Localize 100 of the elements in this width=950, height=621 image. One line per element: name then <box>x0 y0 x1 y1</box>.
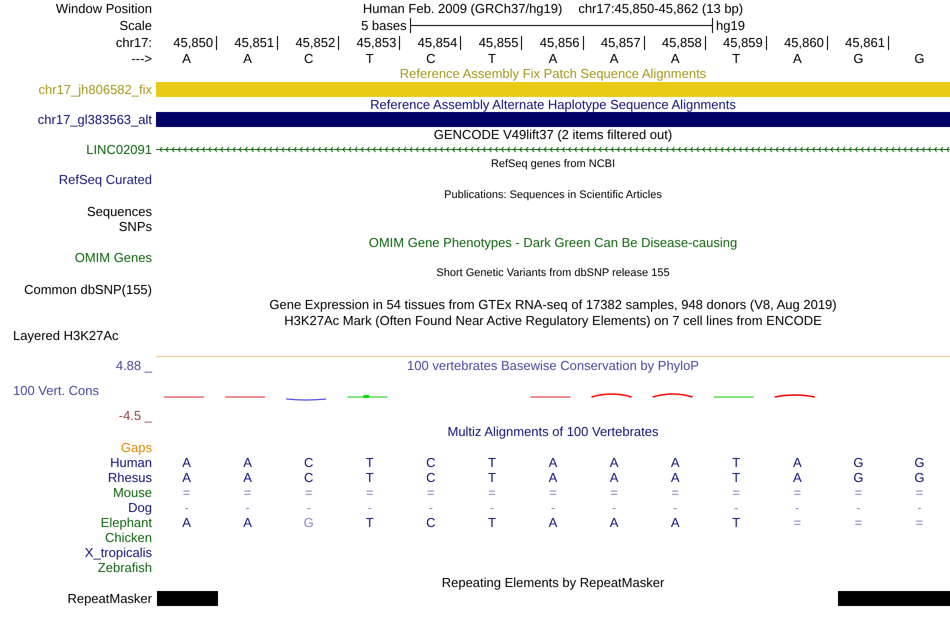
gene-feature[interactable] <box>156 146 950 152</box>
alignment-base: - <box>672 500 678 515</box>
alignment-base: A <box>670 514 680 530</box>
track-label[interactable]: chr17_gl383563_alt <box>38 112 152 127</box>
reference-base: T <box>488 51 496 66</box>
alignment-base: A <box>792 454 802 470</box>
track-title: Reference Assembly Alternate Haplotype Sequence Alignments <box>370 96 736 112</box>
reference-base: C <box>426 51 436 66</box>
track-label[interactable]: Scale <box>119 18 152 33</box>
alignment-base: = <box>794 484 802 500</box>
alignment-base: A <box>182 470 191 485</box>
scale-text: 5 bases <box>361 18 407 33</box>
alignment-base: - <box>245 500 250 515</box>
track-title: H3K27Ac Mark (Often Found Near Active Regulatory Elements) on 7 cell lines from ENCODE <box>284 312 822 328</box>
alignment-base: - <box>612 500 616 515</box>
alignment-base: G <box>853 454 864 470</box>
position-readout: chr17:45,850-45,862 (13 bp) <box>578 1 744 16</box>
alignment-base: T <box>488 454 496 470</box>
track-title: GENCODE V49lift37 (2 items filtered out) <box>434 126 672 142</box>
alignment-base: T <box>488 470 496 485</box>
reference-base: T <box>366 51 374 66</box>
alignment-base: = <box>854 484 862 500</box>
track-title: Repeating Elements by RepeatMasker <box>442 575 664 590</box>
ruler-position: 45,850 <box>173 36 218 50</box>
track-label[interactable]: Mouse <box>112 484 152 500</box>
ruler-position: 45,852 <box>295 36 340 50</box>
alignment-base: - <box>795 500 800 515</box>
alignment-base: A <box>243 514 252 530</box>
ruler-position: 45,853 <box>356 36 400 50</box>
ruler-position: 45,855 <box>478 36 522 50</box>
alignment-base: - <box>550 500 556 515</box>
alignment-base: - <box>368 500 372 515</box>
alignment-base: T <box>366 514 374 530</box>
alignment-base: C <box>304 454 314 470</box>
alignment-base: - <box>734 500 738 515</box>
alignment-base: = <box>427 484 435 500</box>
track-label[interactable]: Common dbSNP(155) <box>24 282 152 297</box>
alignment-base: C <box>304 470 314 485</box>
alignment-base: - <box>428 500 433 515</box>
track-label[interactable]: Dog <box>128 500 152 515</box>
alignment-base: T <box>732 470 740 485</box>
track-label[interactable]: chr17: <box>116 35 152 50</box>
alignment-base: = <box>794 514 802 530</box>
track-label[interactable]: X_tropicalis <box>84 544 152 560</box>
track-label[interactable]: Elephant <box>100 514 152 530</box>
reference-base: A <box>548 51 558 66</box>
alignment-base: = <box>182 484 190 500</box>
track-label[interactable]: Chicken <box>105 530 152 545</box>
track-label[interactable]: Zebrafish <box>98 560 152 575</box>
track-label[interactable]: Rhesus <box>108 470 152 485</box>
alignment-base: - <box>917 500 922 515</box>
track-title: Short Genetic Variants from dbSNP release 155 <box>436 266 670 282</box>
ruler-position: 45,856 <box>540 36 584 50</box>
reference-base: G <box>914 51 925 66</box>
alignment-base: = <box>854 514 862 530</box>
reference-base: A <box>182 51 191 66</box>
alignment-base: T <box>732 454 740 470</box>
ruler-position: 45,857 <box>600 36 645 50</box>
track-title: Gene Expression in 54 tissues from GTEx RNA-seq of 17382 samples, 948 donors (V8, Aug 2019) <box>269 297 837 312</box>
ruler-position: 45,861 <box>845 36 889 50</box>
track-label[interactable]: 100 Vert. Cons <box>13 382 99 398</box>
track-label[interactable]: SNPs <box>118 219 152 234</box>
track-label[interactable]: Window Position <box>56 1 152 16</box>
track-label[interactable]: LINC02091 <box>86 142 152 157</box>
alignment-base: = <box>488 484 496 500</box>
track-title: Publications: Sequences in Scientific Articles <box>444 188 662 204</box>
alignment-base: - <box>490 500 494 515</box>
alignment-base: G <box>914 470 925 485</box>
alignment-base: = <box>916 514 924 530</box>
alignment-base: A <box>670 454 680 470</box>
alignment-base: A <box>182 514 191 530</box>
alignment-base: A <box>182 454 191 470</box>
axis-max-label: 4.88 _ <box>116 358 152 373</box>
assembly-title: Human Feb. 2009 (GRCh37/hg19) <box>362 1 562 16</box>
reference-base: A <box>670 51 680 66</box>
alignment-base: T <box>366 470 374 485</box>
track-label[interactable]: RefSeq Curated <box>58 172 152 188</box>
reference-base: T <box>732 51 740 66</box>
ruler-position: 45,859 <box>723 36 767 50</box>
alignment-base: C <box>426 514 436 530</box>
alignment-base: T <box>732 514 740 530</box>
alignment-base: A <box>548 514 558 530</box>
alignment-base: A <box>243 470 252 485</box>
alignment-base: = <box>610 484 618 500</box>
alignment-base: T <box>366 454 374 470</box>
track-label[interactable]: ---> <box>131 51 152 66</box>
ruler-position: 45,858 <box>662 36 706 50</box>
alignment-base: C <box>426 470 436 485</box>
axis-min-label: -4.5 _ <box>118 408 152 423</box>
ruler-position: 45,860 <box>784 36 828 50</box>
track-label[interactable]: Layered H3K27Ac <box>13 328 119 344</box>
track-label[interactable]: Sequences <box>86 204 152 219</box>
track-title: Reference Assembly Fix Patch Sequence Alignments <box>400 66 706 82</box>
track-label[interactable]: OMIM Genes <box>74 250 152 266</box>
assembly-name: hg19 <box>716 18 745 33</box>
alignment-base: - <box>306 500 311 515</box>
alignment-base: C <box>426 454 436 470</box>
alignment-base: = <box>732 484 740 500</box>
track-label[interactable]: Human <box>110 454 152 470</box>
track-label[interactable]: RepeatMasker <box>67 590 152 606</box>
